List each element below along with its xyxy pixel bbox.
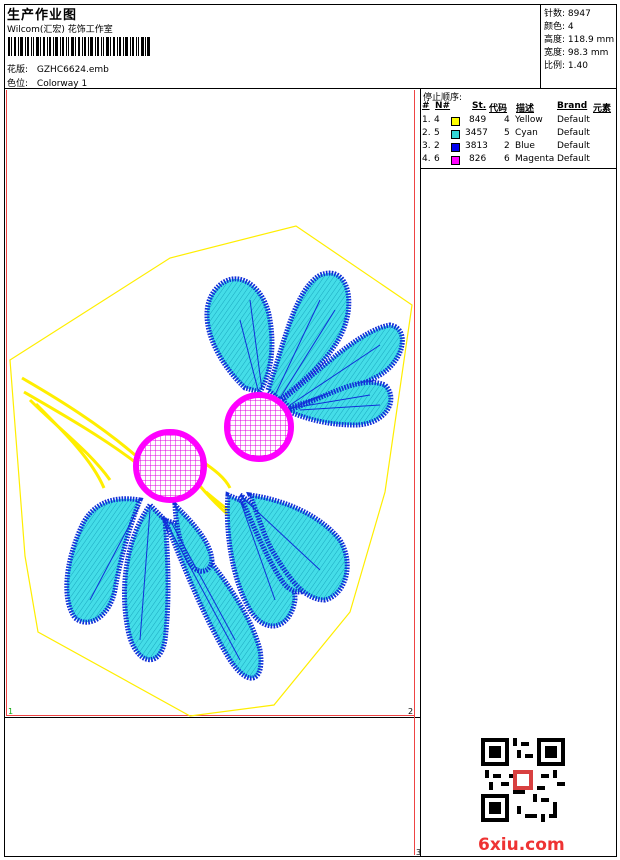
- col-brand: Brand: [557, 101, 588, 111]
- row-brand: Default: [557, 128, 590, 138]
- yellow-stems: [21, 376, 239, 522]
- stat-stitches: 针数: 8947: [544, 6, 591, 19]
- row-code: 5: [504, 128, 510, 138]
- stat-value: 4: [567, 22, 574, 32]
- embroidery-design: [9, 225, 413, 717]
- petal: [204, 276, 275, 395]
- row-brand: Default: [557, 115, 590, 125]
- color-swatch: [451, 143, 460, 152]
- stat-label: 宽度:: [544, 48, 566, 58]
- row-brand: Default: [557, 141, 590, 151]
- upper-center: [224, 392, 294, 462]
- stat-height: 高度: 118.9 mm: [544, 32, 614, 45]
- row-desc: Magenta: [515, 154, 555, 164]
- table-row: 3. 2 3813 2 Blue Default: [421, 141, 617, 154]
- row-needle: 2: [434, 141, 440, 151]
- col-st: St.: [472, 101, 487, 111]
- table-row: 1. 4 849 4 Yellow Default: [421, 115, 617, 128]
- panel-divider: [420, 88, 421, 857]
- petal: [122, 501, 171, 663]
- stat-label: 高度:: [544, 35, 566, 45]
- stat-value: 1.40: [567, 61, 588, 71]
- row-code: 6: [504, 154, 510, 164]
- lower-petals: [64, 488, 350, 681]
- col-element: 元素: [593, 104, 612, 114]
- stat-value: 118.9 mm: [567, 35, 615, 45]
- stat-value: 98.3 mm: [567, 48, 609, 58]
- row-desc: Cyan: [515, 128, 538, 138]
- stat-label: 颜色:: [544, 22, 566, 32]
- stat-label: 比例:: [544, 61, 566, 71]
- table-divider: [420, 168, 617, 169]
- table-row: 4. 6 826 6 Magenta Default: [421, 154, 617, 167]
- row-desc: Yellow: [515, 115, 543, 125]
- page-marker-1: 1: [8, 707, 14, 716]
- stat-label: 针数:: [544, 9, 566, 19]
- stat-value: 8947: [567, 9, 591, 19]
- row-brand: Default: [557, 154, 590, 164]
- col-code: 代码: [489, 104, 508, 114]
- table-row: 2. 5 3457 5 Cyan Default: [421, 128, 617, 141]
- color-swatch: [451, 156, 460, 165]
- row-index: 4.: [422, 154, 431, 164]
- table-header: # N# St. 代码 描述 Brand 元素: [421, 101, 617, 114]
- row-stitches: 3813: [465, 141, 488, 151]
- stat-width: 宽度: 98.3 mm: [544, 45, 608, 58]
- row-index: 3.: [422, 141, 431, 151]
- row-needle: 5: [434, 128, 440, 138]
- page-marker-3: 3: [416, 848, 422, 857]
- col-desc: 描述: [516, 104, 535, 114]
- row-stitches: 826: [469, 154, 487, 164]
- color-swatch: [451, 117, 460, 126]
- petal: [172, 498, 215, 574]
- row-code: 2: [504, 141, 510, 151]
- row-needle: 4: [434, 115, 440, 125]
- color-swatch: [451, 130, 460, 139]
- stat-colors: 颜色: 4: [544, 19, 574, 32]
- row-needle: 6: [434, 154, 440, 164]
- row-stitches: 3457: [465, 128, 488, 138]
- lower-center: [133, 429, 207, 503]
- watermark-logo: 6xiu.com: [478, 835, 565, 855]
- flower-centers: [133, 392, 294, 503]
- row-index: 2.: [422, 128, 431, 138]
- row-index: 1.: [422, 115, 431, 125]
- row-desc: Blue: [515, 141, 535, 151]
- row-stitches: 849: [469, 115, 487, 125]
- row-code: 4: [504, 115, 510, 125]
- page-marker-2: 2: [408, 707, 414, 716]
- qr-code: [481, 738, 565, 822]
- col-no: N#: [435, 101, 451, 111]
- col-hash: #: [422, 101, 430, 111]
- stats-divider: [540, 4, 541, 88]
- stat-scale: 比例: 1.40: [544, 58, 588, 71]
